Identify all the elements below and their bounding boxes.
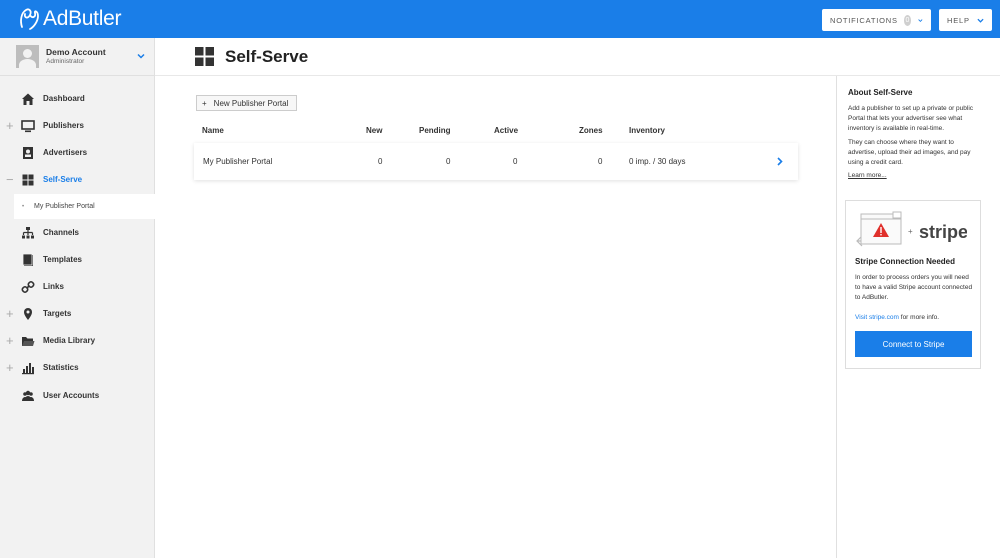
- sidebar-item-label: Channels: [43, 228, 80, 237]
- sidebar-item-user-accounts[interactable]: User Accounts: [0, 382, 155, 409]
- users-icon: [22, 390, 34, 401]
- sidebar-item-label: Statistics: [43, 363, 79, 372]
- page-title: Self-Serve: [225, 47, 309, 66]
- column-header-pending: Pending: [419, 126, 451, 135]
- bullet-icon: •: [22, 203, 25, 210]
- cell-new: 0: [378, 157, 383, 166]
- page-header: Self-Serve: [155, 38, 1000, 76]
- stripe-info-line: Visit stripe.com for more info.: [855, 313, 975, 323]
- location-pin-icon: [24, 307, 32, 320]
- grid-icon: [22, 174, 34, 185]
- expand-plus-icon[interactable]: +: [6, 119, 14, 132]
- account-name: Demo Account: [46, 47, 106, 57]
- sidebar-item-label: User Accounts: [43, 391, 100, 400]
- sidebar-item-label: Templates: [43, 255, 82, 264]
- notifications-button[interactable]: NOTIFICATIONS 0: [822, 9, 931, 31]
- column-header-zones: Zones: [579, 126, 603, 135]
- document-icon: [22, 253, 33, 266]
- notifications-label: NOTIFICATIONS: [830, 15, 898, 25]
- plus-icon: +: [202, 98, 207, 108]
- adbutler-logo[interactable]: AdButler: [18, 7, 121, 31]
- help-label: HELP: [947, 15, 970, 25]
- monitor-icon: [21, 119, 35, 132]
- sidebar: Demo Account Administrator Dashboard + P…: [0, 38, 155, 558]
- connect-to-stripe-button[interactable]: Connect to Stripe: [855, 331, 972, 357]
- sidebar-subitem-my-publisher-portal[interactable]: • My Publisher Portal: [14, 194, 155, 219]
- column-header-active: Active: [494, 126, 519, 135]
- chevron-down-icon: [918, 18, 923, 22]
- link-icon: [21, 280, 35, 293]
- stripe-title: Stripe Connection Needed: [855, 257, 956, 266]
- sidebar-item-label: Self-Serve: [43, 175, 83, 184]
- sidebar-item-targets[interactable]: + Targets: [0, 300, 155, 327]
- chevron-down-icon: [137, 53, 145, 59]
- about-paragraph-2: They can choose where they want to adver…: [848, 139, 971, 166]
- cell-name: My Publisher Portal: [203, 157, 273, 166]
- sidebar-item-label: Media Library: [43, 336, 96, 345]
- sidebar-item-advertisers[interactable]: Advertisers: [0, 139, 155, 166]
- sidebar-item-label: Dashboard: [43, 94, 85, 103]
- stripe-info-suffix: for more info.: [898, 314, 940, 321]
- sidebar-item-statistics[interactable]: + Statistics: [0, 354, 155, 381]
- grid-icon: [195, 47, 214, 66]
- chevron-down-icon: [977, 18, 984, 23]
- sidebar-item-label: Targets: [43, 309, 72, 318]
- contacts-icon: [23, 146, 33, 159]
- learn-more-link[interactable]: Learn more...: [848, 172, 887, 179]
- stripe-logo-text: stripe: [919, 222, 967, 242]
- folder-icon: [22, 336, 35, 346]
- expand-plus-icon[interactable]: +: [6, 334, 14, 347]
- sidebar-item-dashboard[interactable]: Dashboard: [0, 85, 155, 112]
- account-switcher[interactable]: Demo Account Administrator: [0, 38, 155, 76]
- svg-text:+: +: [908, 227, 913, 236]
- new-publisher-portal-button[interactable]: + New Publisher Portal: [196, 95, 297, 111]
- about-paragraph-1: Add a publisher to set up a private or p…: [848, 105, 974, 132]
- stripe-com-link[interactable]: Visit stripe.com: [855, 314, 899, 321]
- cell-pending: 0: [446, 157, 451, 166]
- sidebar-item-label: Advertisers: [43, 148, 88, 157]
- sidebar-item-label: Publishers: [43, 121, 84, 130]
- expand-plus-icon[interactable]: +: [6, 307, 14, 320]
- sidebar-item-media-library[interactable]: + Media Library: [0, 327, 155, 354]
- cell-zones: 0: [598, 157, 603, 166]
- sidebar-item-channels[interactable]: Channels: [0, 219, 155, 246]
- sidebar-item-self-serve[interactable]: − Self-Serve: [0, 166, 155, 193]
- sidebar-item-publishers[interactable]: + Publishers: [0, 112, 155, 139]
- chevron-right-icon[interactable]: [776, 157, 783, 166]
- collapse-minus-icon[interactable]: −: [6, 173, 14, 186]
- column-header-inventory: Inventory: [629, 126, 666, 135]
- cell-inventory: 0 imp. / 30 days: [629, 157, 686, 166]
- about-title: About Self-Serve: [848, 88, 913, 97]
- sidebar-subitem-label: My Publisher Portal: [34, 203, 95, 210]
- expand-plus-icon[interactable]: +: [6, 361, 14, 374]
- help-button[interactable]: HELP: [939, 9, 992, 31]
- stripe-warning-illustration: + stripe: [856, 211, 967, 247]
- notifications-count-badge: 0: [903, 14, 912, 26]
- table-row[interactable]: [194, 143, 798, 180]
- home-icon: [22, 93, 34, 105]
- column-header-new: New: [366, 126, 383, 135]
- stripe-body: In order to process orders you will need…: [855, 274, 973, 301]
- cell-active: 0: [513, 157, 518, 166]
- bar-chart-icon: [22, 362, 34, 374]
- new-publisher-portal-label: New Publisher Portal: [213, 98, 289, 108]
- logo-text: AdButler: [43, 7, 122, 30]
- sidebar-item-links[interactable]: Links: [0, 273, 155, 300]
- top-bar: AdButler NOTIFICATIONS 0 HELP: [0, 0, 1000, 38]
- sidebar-item-templates[interactable]: Templates: [0, 246, 155, 273]
- sidebar-item-label: Links: [43, 282, 64, 291]
- avatar: [16, 45, 39, 68]
- account-role: Administrator: [46, 58, 85, 65]
- column-header-name: Name: [202, 126, 224, 135]
- adbutler-logo-icon: [20, 8, 39, 30]
- hierarchy-icon: [22, 226, 34, 238]
